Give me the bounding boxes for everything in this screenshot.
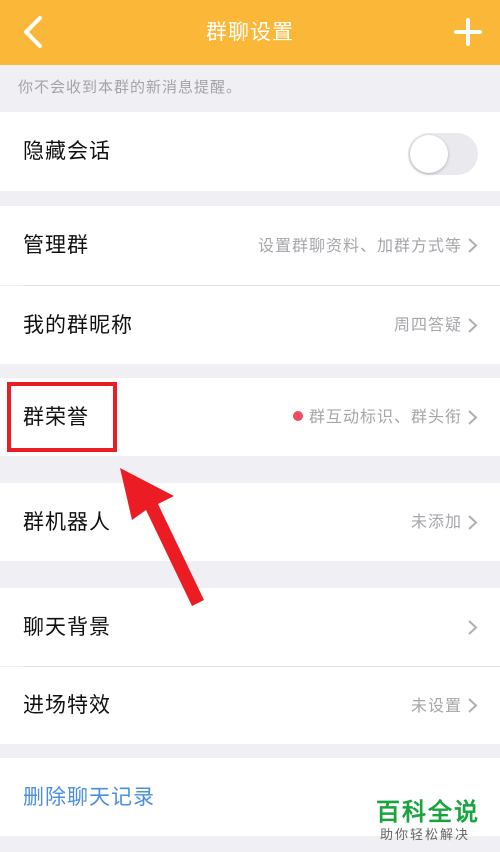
plus-icon[interactable] (452, 16, 484, 48)
entry-effect-label: 进场特效 (23, 693, 111, 717)
chevron-right-icon (468, 698, 478, 713)
group-honor-label: 群荣誉 (23, 405, 89, 429)
manage-group-value: 设置群聊资料、加群方式等 (257, 236, 462, 255)
manage-group-row[interactable]: 管理群 设置群聊资料、加群方式等 (0, 206, 500, 285)
hide-chat-label: 隐藏会话 (23, 139, 111, 163)
chevron-right-icon (468, 318, 478, 333)
red-dot-badge (292, 411, 303, 421)
entry-effect-row[interactable]: 进场特效 未设置 (0, 667, 500, 744)
watermark: 百科全说 助你轻松解决 (372, 792, 494, 848)
chevron-right-icon (468, 620, 478, 635)
entry-effect-value: 未设置 (410, 696, 462, 715)
chat-background-label: 聊天背景 (23, 615, 111, 639)
my-nickname-row[interactable]: 我的群昵称 周四答疑 (0, 286, 500, 364)
my-nickname-value: 周四答疑 (393, 315, 462, 334)
group-robot-row[interactable]: 群机器人 未添加 (0, 483, 500, 561)
chevron-right-icon (468, 238, 478, 253)
toggle-knob (410, 135, 448, 173)
group-honor-value-wrap: 群互动标识、群头衔 (292, 378, 462, 456)
watermark-title: 百科全说 (376, 798, 480, 826)
mute-notice: 你不会收到本群的新消息提醒。 (18, 78, 243, 96)
chevron-right-icon (468, 515, 478, 530)
group-robot-label: 群机器人 (23, 510, 111, 534)
watermark-subtitle: 助你轻松解决 (380, 828, 471, 843)
nav-bar: 群聊设置 (0, 0, 500, 65)
page-title: 群聊设置 (206, 20, 294, 44)
delete-history-button[interactable]: 删除聊天记录 (23, 758, 155, 836)
chat-background-row[interactable]: 聊天背景 (0, 588, 500, 666)
group-honor-row[interactable]: 群荣誉 群互动标识、群头衔 (0, 378, 500, 456)
group-honor-value: 群互动标识、群头衔 (308, 407, 462, 426)
hide-chat-toggle[interactable] (408, 133, 478, 175)
manage-group-label: 管理群 (23, 233, 89, 257)
my-nickname-label: 我的群昵称 (23, 313, 133, 337)
chevron-right-icon (468, 410, 478, 425)
group-robot-value: 未添加 (410, 512, 462, 531)
